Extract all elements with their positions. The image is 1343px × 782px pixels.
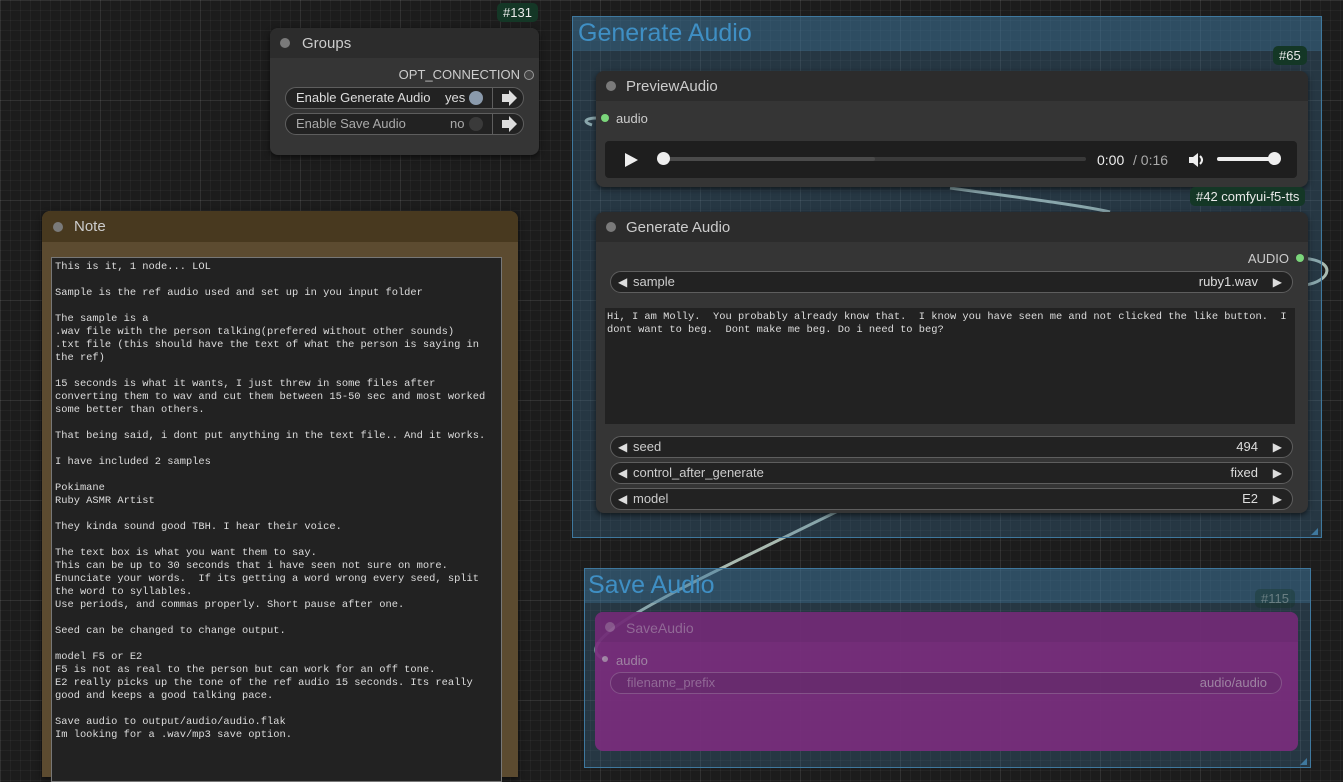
widget-value: E2 xyxy=(1242,491,1258,506)
resize-handle-icon[interactable] xyxy=(1300,758,1307,765)
current-time: 0:00 xyxy=(1097,152,1125,168)
toggle-label: Enable Save Audio xyxy=(296,116,406,131)
node-id-badge: #131 xyxy=(497,3,538,22)
group-title: Generate Audio xyxy=(578,19,752,47)
output-label: AUDIO xyxy=(1247,251,1289,266)
volume-icon[interactable] xyxy=(1187,151,1207,169)
toggle-on-icon xyxy=(469,91,483,105)
arrow-right-icon xyxy=(502,116,517,132)
collapse-dot-icon[interactable] xyxy=(53,222,63,232)
input-slot-icon[interactable] xyxy=(602,656,608,662)
toggle-value: no xyxy=(450,116,465,131)
toggle-enable-generate-audio[interactable]: Enable Generate Audio yes xyxy=(285,87,524,109)
groups-node[interactable]: Groups OPT_CONNECTION Enable Generate Au… xyxy=(270,28,539,155)
widget-value: ruby1.wav xyxy=(1198,274,1258,289)
navigate-arrow-button[interactable] xyxy=(492,113,524,135)
widget-label: sample xyxy=(633,274,675,289)
collapse-dot-icon[interactable] xyxy=(606,222,616,232)
decrement-arrow-icon[interactable]: ◀ xyxy=(618,275,627,289)
node-title: PreviewAudio xyxy=(626,78,718,95)
sample-combo[interactable]: ◀ sample ruby1.wav ▶ xyxy=(610,271,1293,293)
control-after-generate-combo[interactable]: ◀ control_after_generate fixed ▶ xyxy=(610,462,1293,484)
toggle-label: Enable Generate Audio xyxy=(296,90,431,105)
toggle-off-icon xyxy=(469,117,483,131)
input-slot-icon[interactable] xyxy=(601,114,609,122)
node-title: SaveAudio xyxy=(626,620,694,636)
node-title-bar[interactable]: SaveAudio xyxy=(595,612,1298,642)
save-audio-node[interactable]: SaveAudio audio filename_prefix audio/au… xyxy=(595,612,1298,751)
node-title-bar[interactable]: Note xyxy=(42,211,518,242)
generate-audio-node[interactable]: Generate Audio AUDIO ◀ sample ruby1.wav … xyxy=(596,212,1308,513)
filename-prefix-field[interactable]: filename_prefix audio/audio xyxy=(610,672,1282,694)
collapse-dot-icon[interactable] xyxy=(605,622,615,632)
widget-value: audio/audio xyxy=(1199,675,1267,690)
node-id-badge: #65 xyxy=(1273,46,1307,65)
output-label: OPT_CONNECTION xyxy=(398,67,520,82)
increment-arrow-icon[interactable]: ▶ xyxy=(1273,440,1282,454)
node-title-bar[interactable]: PreviewAudio xyxy=(596,71,1308,101)
seek-track[interactable] xyxy=(662,157,1086,161)
buffered-bar xyxy=(662,157,875,161)
decrement-arrow-icon[interactable]: ◀ xyxy=(618,492,627,506)
collapse-dot-icon[interactable] xyxy=(280,38,290,48)
volume-track[interactable] xyxy=(1217,157,1275,161)
play-icon[interactable] xyxy=(623,152,639,168)
widget-value: 494 xyxy=(1236,439,1258,454)
widget-value: fixed xyxy=(1230,465,1258,480)
resize-handle-icon[interactable] xyxy=(1311,528,1318,535)
node-title: Generate Audio xyxy=(626,219,731,236)
toggle-value: yes xyxy=(445,90,466,105)
increment-arrow-icon[interactable]: ▶ xyxy=(1273,466,1282,480)
note-node[interactable]: Note This is it, 1 node... LOL Sample is… xyxy=(42,211,518,782)
navigate-arrow-button[interactable] xyxy=(492,87,524,109)
widget-label: control_after_generate xyxy=(633,465,764,480)
node-title: Note xyxy=(74,218,106,235)
node-id-badge: #115 xyxy=(1255,589,1295,608)
text-input-area[interactable]: Hi, I am Molly. You probably already kno… xyxy=(605,308,1295,424)
node-title-bar[interactable]: Groups xyxy=(270,28,539,58)
widget-label: filename_prefix xyxy=(627,675,716,690)
widget-label: seed xyxy=(633,439,662,454)
audio-player[interactable]: 0:00 / 0:16 xyxy=(605,141,1297,178)
group-title: Save Audio xyxy=(588,571,715,599)
decrement-arrow-icon[interactable]: ◀ xyxy=(618,466,627,480)
toggle-enable-save-audio[interactable]: Enable Save Audio no xyxy=(285,113,524,135)
seek-thumb[interactable] xyxy=(657,152,670,165)
arrow-right-icon xyxy=(502,90,517,106)
model-combo[interactable]: ◀ model E2 ▶ xyxy=(610,488,1293,510)
input-label: audio xyxy=(616,653,648,668)
note-textarea[interactable]: This is it, 1 node... LOL Sample is the … xyxy=(51,257,502,782)
decrement-arrow-icon[interactable]: ◀ xyxy=(618,440,627,454)
increment-arrow-icon[interactable]: ▶ xyxy=(1273,275,1282,289)
node-id-badge: #42 comfyui-f5-tts xyxy=(1190,187,1306,206)
input-label: audio xyxy=(616,111,648,126)
output-slot-icon[interactable] xyxy=(524,70,534,80)
collapse-dot-icon[interactable] xyxy=(606,81,616,91)
widget-label: model xyxy=(633,491,669,506)
output-slot-icon[interactable] xyxy=(1296,254,1304,262)
node-title: Groups xyxy=(302,35,352,52)
volume-thumb[interactable] xyxy=(1268,152,1281,165)
node-title-bar[interactable]: Generate Audio xyxy=(596,212,1308,242)
increment-arrow-icon[interactable]: ▶ xyxy=(1273,492,1282,506)
preview-audio-node[interactable]: PreviewAudio audio 0:00 / 0:16 xyxy=(596,71,1308,187)
duration: / 0:16 xyxy=(1133,152,1169,168)
seed-number-widget[interactable]: ◀ seed 494 ▶ xyxy=(610,436,1293,458)
